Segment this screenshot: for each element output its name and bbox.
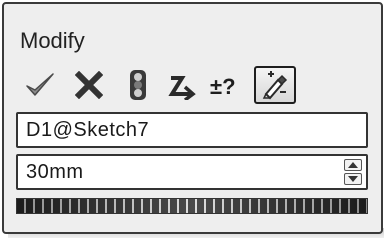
svg-text:±?: ±?	[210, 74, 236, 99]
reverse-arrow-icon	[168, 76, 196, 100]
spin-up-button[interactable]	[344, 159, 362, 171]
mark-for-drawing-button[interactable]: ±?	[208, 64, 248, 106]
plus-minus-question-icon: ±?	[210, 74, 236, 99]
dimension-name: D1@Sketch7	[26, 119, 150, 141]
rebuild-button[interactable]	[120, 64, 156, 106]
value-spinner	[344, 159, 362, 185]
thumbwheel-slider[interactable]	[16, 198, 368, 214]
dimension-value: 30mm	[26, 161, 84, 183]
dimension-value-input[interactable]: 30mm	[16, 154, 368, 190]
checkmark-icon	[26, 73, 54, 96]
spin-down-button[interactable]	[344, 173, 362, 185]
dimension-name-field[interactable]: D1@Sketch7	[16, 112, 368, 148]
pin-pencil-icon	[262, 71, 288, 100]
arrow-down-icon	[348, 176, 358, 182]
arrow-up-icon	[348, 162, 358, 168]
reverse-button[interactable]	[164, 64, 202, 106]
regenerate-button[interactable]	[254, 66, 296, 104]
ok-button[interactable]	[20, 64, 60, 106]
traffic-light-icon	[130, 70, 146, 100]
cancel-button[interactable]	[70, 64, 108, 106]
dialog-title: Modify	[20, 28, 85, 53]
toolbar: ±?	[16, 64, 368, 106]
close-x-icon	[75, 71, 103, 99]
